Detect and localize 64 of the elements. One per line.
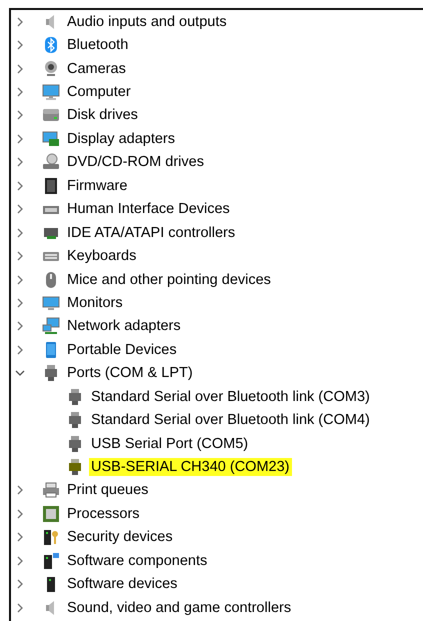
monitor-icon — [42, 83, 60, 102]
category-label[interactable]: Sound, video and game controllers — [65, 598, 294, 617]
category-label[interactable]: Print queues — [65, 481, 150, 500]
display-card-icon — [42, 130, 60, 148]
category-label[interactable]: Audio inputs and outputs — [65, 12, 229, 31]
category-label[interactable]: Network adapters — [65, 317, 183, 336]
tower-key-icon — [42, 528, 60, 546]
collapse-chevron-icon[interactable] — [15, 368, 25, 378]
device-label[interactable]: USB Serial Port (COM5) — [89, 434, 250, 453]
bluetooth-icon — [42, 36, 60, 54]
port-icon — [66, 411, 84, 430]
expand-chevron-icon[interactable] — [15, 274, 25, 285]
category-label[interactable]: Keyboards — [65, 247, 138, 266]
expand-chevron-icon[interactable] — [15, 40, 25, 50]
expand-chevron-icon[interactable] — [15, 157, 25, 168]
category-label[interactable]: Cameras — [65, 60, 128, 78]
expand-chevron-icon[interactable] — [15, 134, 25, 144]
port-icon — [66, 434, 84, 453]
expand-chevron-icon[interactable] — [15, 251, 25, 262]
category-label[interactable]: Display adapters — [65, 130, 177, 148]
category-label[interactable]: Human Interface Devices — [65, 200, 232, 218]
disc-drive-icon — [42, 153, 60, 172]
printer-icon — [42, 481, 60, 500]
expand-chevron-icon[interactable] — [15, 64, 25, 74]
category-label[interactable]: Bluetooth — [65, 36, 130, 54]
category-label[interactable]: Software devices — [65, 575, 180, 594]
monitor-icon — [42, 294, 60, 312]
category-label[interactable]: Mice and other pointing devices — [65, 270, 273, 289]
category-label[interactable]: Ports (COM & LPT) — [65, 364, 195, 382]
expand-chevron-icon[interactable] — [15, 16, 25, 27]
category-label[interactable]: IDE ATA/ATAPI controllers — [65, 224, 238, 242]
expand-chevron-icon[interactable] — [15, 508, 25, 519]
chip-icon — [42, 176, 60, 195]
expand-chevron-icon[interactable] — [15, 228, 25, 238]
category-label[interactable]: DVD/CD-ROM drives — [65, 153, 206, 172]
category-label[interactable]: Processors — [65, 504, 142, 523]
expand-chevron-icon[interactable] — [15, 579, 25, 590]
expand-chevron-icon[interactable] — [15, 602, 25, 613]
device-label[interactable]: Standard Serial over Bluetooth link (COM4) — [89, 411, 372, 430]
category-label[interactable]: Portable Devices — [65, 340, 179, 359]
category-label[interactable]: Monitors — [65, 294, 125, 312]
expand-chevron-icon[interactable] — [15, 204, 25, 214]
port-icon — [42, 364, 60, 382]
expand-chevron-icon[interactable] — [15, 110, 25, 120]
expand-chevron-icon[interactable] — [15, 532, 25, 542]
category-label[interactable]: Software components — [65, 552, 210, 570]
expand-chevron-icon[interactable] — [15, 321, 25, 332]
port-icon — [66, 388, 84, 406]
expand-chevron-icon[interactable] — [15, 180, 25, 191]
category-label[interactable]: Computer — [65, 83, 133, 102]
port-icon — [66, 458, 84, 476]
expand-chevron-icon[interactable] — [15, 87, 25, 98]
category-label[interactable]: Security devices — [65, 528, 175, 546]
category-label[interactable]: Disk drives — [65, 106, 140, 124]
device-label[interactable]: Standard Serial over Bluetooth link (COM3) — [89, 388, 372, 406]
category-label[interactable]: Firmware — [65, 176, 130, 195]
expand-chevron-icon[interactable] — [15, 344, 25, 355]
webcam-icon — [42, 60, 60, 78]
expand-chevron-icon[interactable] — [15, 298, 25, 308]
expand-chevron-icon[interactable] — [15, 485, 25, 496]
network-icon — [42, 317, 60, 336]
processor-icon — [42, 504, 60, 523]
highlighted-device-label[interactable]: USB-SERIAL CH340 (COM23) — [89, 458, 292, 476]
expand-chevron-icon[interactable] — [15, 556, 25, 566]
